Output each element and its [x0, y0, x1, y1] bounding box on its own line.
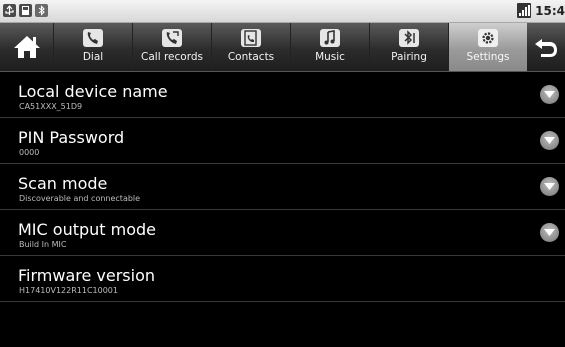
- setting-title: Local device name: [18, 82, 168, 101]
- tab-label: Call records: [141, 51, 203, 63]
- setting-value: Build In MIC: [19, 240, 67, 249]
- tab-label: Pairing: [391, 51, 427, 63]
- phone-icon: [83, 29, 103, 47]
- tab-label: Settings: [466, 51, 510, 63]
- status-right: 15:4: [517, 3, 565, 18]
- tab-pairing[interactable]: Pairing: [369, 23, 448, 71]
- clock: 15:4: [535, 3, 565, 18]
- home-icon: [13, 36, 40, 58]
- signal-icon: [517, 3, 532, 18]
- tab-music[interactable]: Music: [290, 23, 369, 71]
- status-bar: 15:4: [0, 0, 565, 23]
- setting-pin-password[interactable]: PIN Password 0000: [0, 118, 565, 164]
- gear-icon: [478, 29, 498, 47]
- app-window: 15:4 Dial Call records Contacts Music Pa…: [0, 0, 565, 347]
- tab-dial[interactable]: Dial: [53, 23, 132, 71]
- tab-settings[interactable]: Settings: [448, 23, 527, 71]
- chevron-down-icon[interactable]: [540, 85, 559, 104]
- top-tab-bar: Dial Call records Contacts Music Pairing: [0, 23, 565, 72]
- usb-icon: [3, 4, 16, 17]
- setting-mic-output-mode[interactable]: MIC output mode Build In MIC: [0, 210, 565, 256]
- chevron-down-icon[interactable]: [540, 131, 559, 150]
- music-icon: [320, 29, 340, 47]
- bluetooth-pairing-icon: [399, 29, 419, 47]
- setting-value: CA51XXX_51D9: [19, 102, 83, 111]
- setting-value: 0000: [19, 148, 40, 157]
- back-arrow-icon: [534, 39, 557, 57]
- tab-label: Dial: [82, 51, 104, 63]
- setting-value: Discoverable and connectable: [19, 194, 141, 203]
- tab-label: Contacts: [227, 51, 275, 63]
- setting-title: Firmware version: [18, 266, 156, 285]
- chevron-down-icon[interactable]: [540, 223, 559, 242]
- contacts-icon: [241, 29, 261, 47]
- tab-call-records[interactable]: Call records: [132, 23, 211, 71]
- bluetooth-icon: [35, 4, 48, 17]
- back-button[interactable]: [526, 23, 565, 71]
- setting-title: MIC output mode: [18, 220, 157, 239]
- setting-title: PIN Password: [18, 128, 125, 147]
- home-button[interactable]: [0, 23, 53, 71]
- sd-card-icon: [19, 4, 32, 17]
- setting-local-device-name[interactable]: Local device name CA51XXX_51D9: [0, 72, 565, 118]
- setting-value: H17410V122R11C10001: [19, 286, 118, 295]
- setting-title: Scan mode: [18, 174, 108, 193]
- setting-scan-mode[interactable]: Scan mode Discoverable and connectable: [0, 164, 565, 210]
- tab-contacts[interactable]: Contacts: [211, 23, 290, 71]
- tab-label: Music: [315, 51, 345, 63]
- chevron-down-icon[interactable]: [540, 177, 559, 196]
- setting-firmware-version: Firmware version H17410V122R11C10001: [0, 256, 565, 302]
- settings-list: Local device name CA51XXX_51D9 PIN Passw…: [0, 72, 565, 302]
- call-log-icon: [162, 29, 182, 47]
